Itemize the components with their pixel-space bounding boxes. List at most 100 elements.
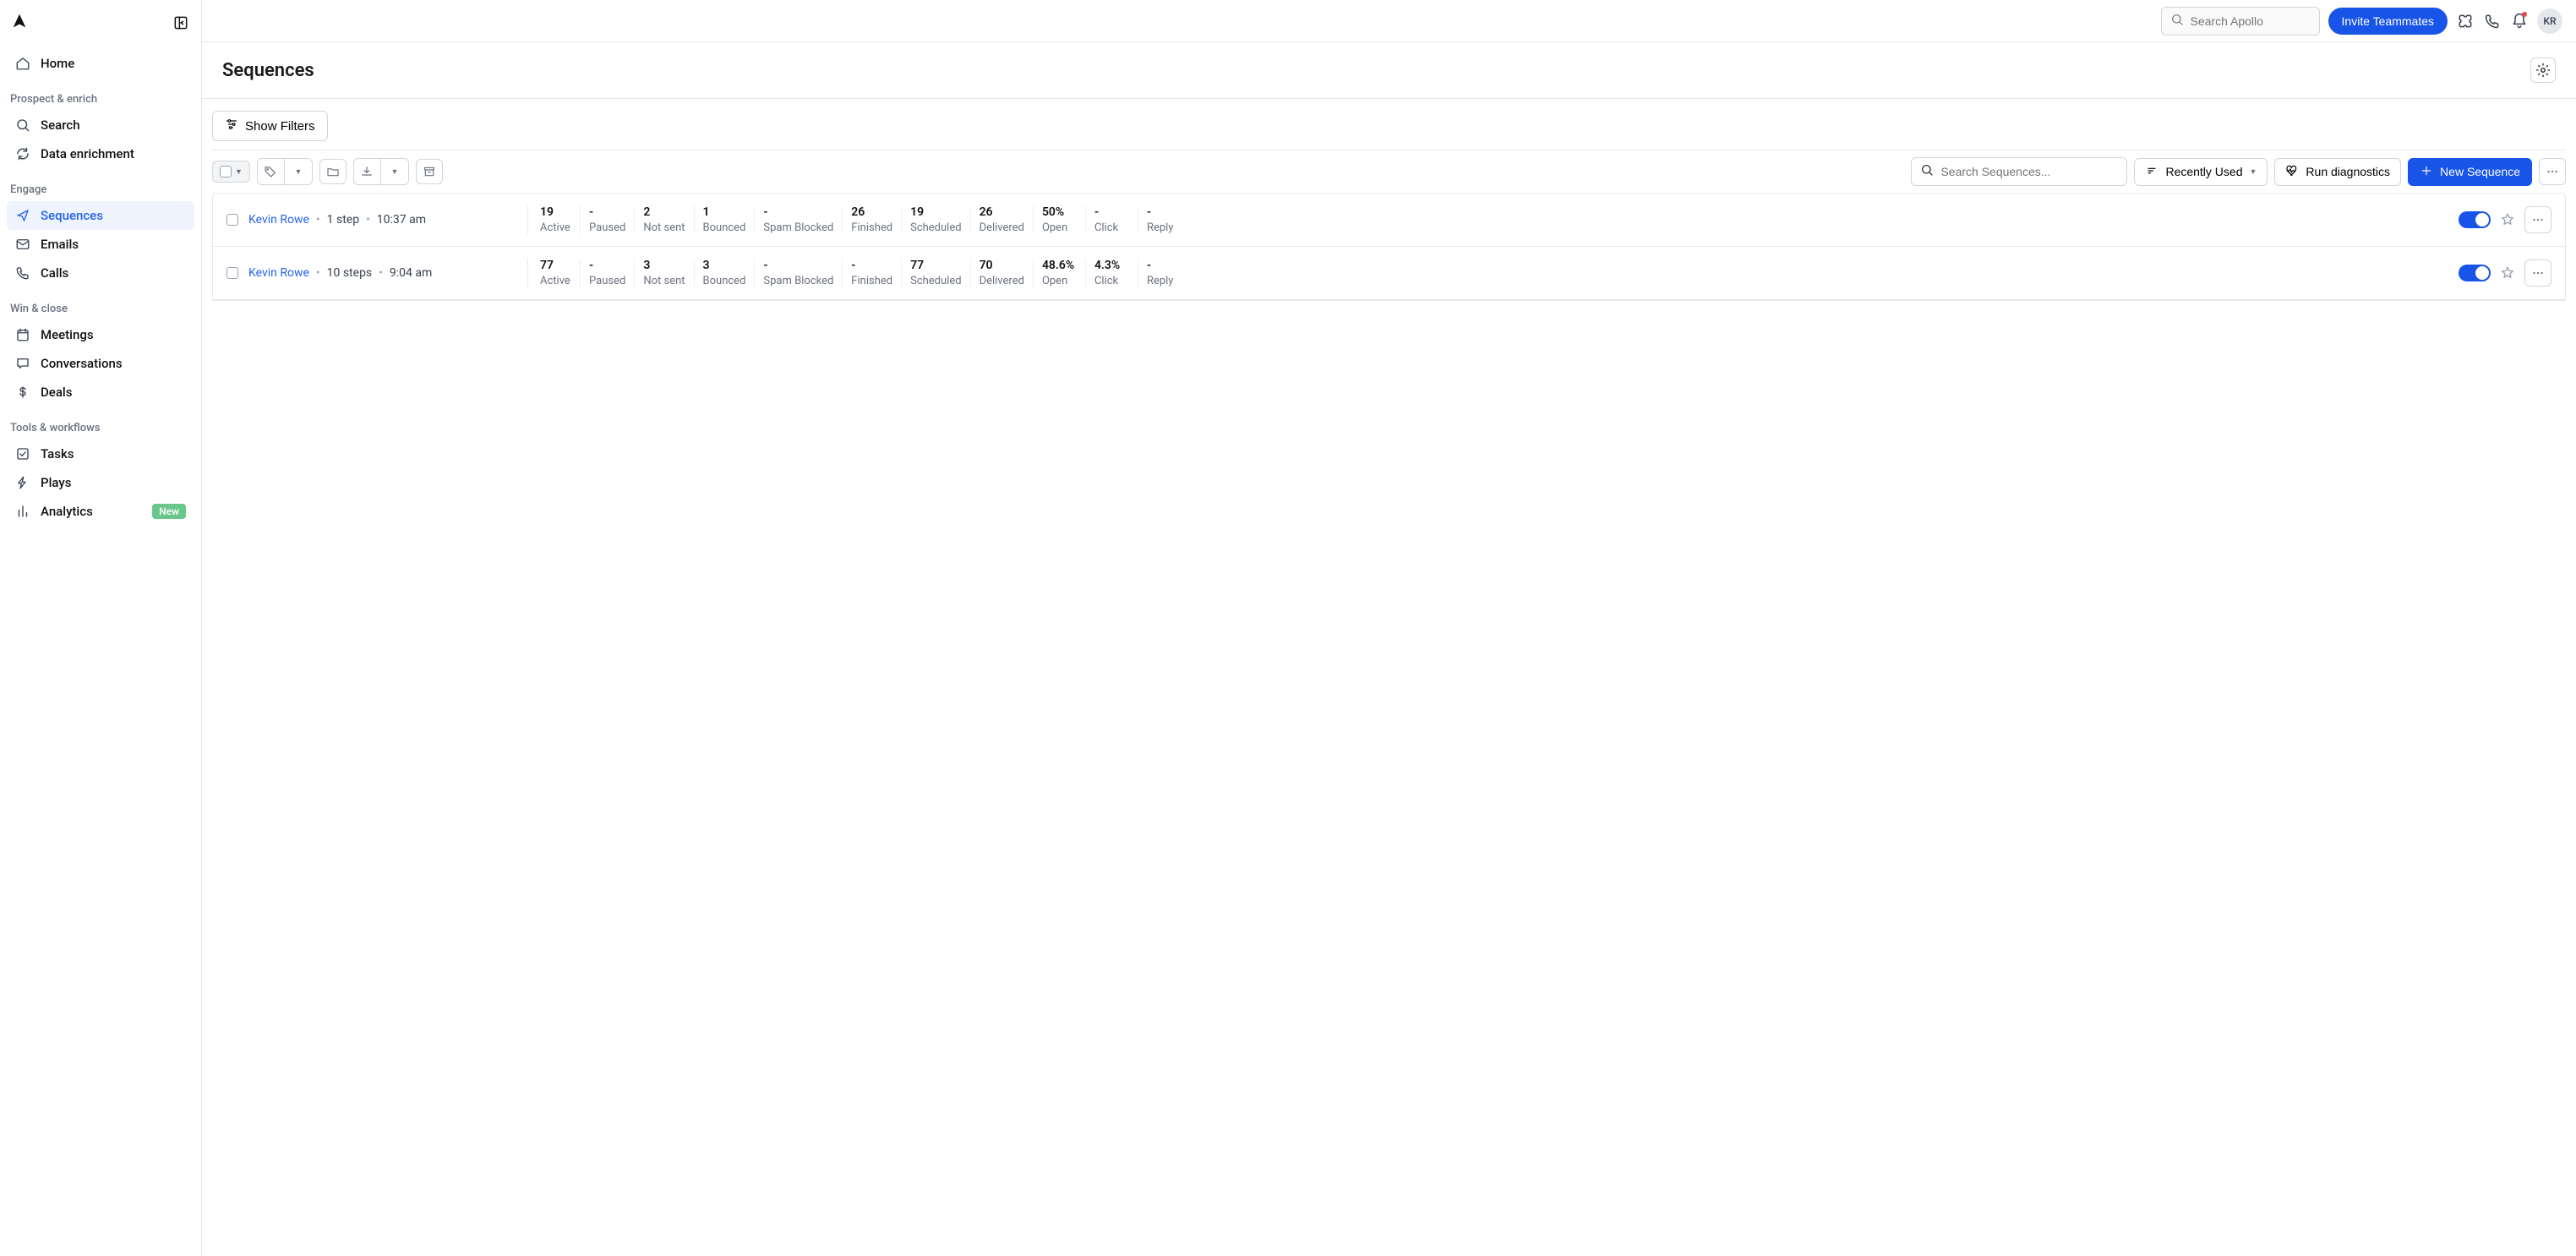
stat-reply: -Reply [1138, 205, 1190, 234]
stat-value: - [763, 259, 833, 272]
stat-value: - [763, 205, 833, 219]
sidebar-item-plays[interactable]: Plays [7, 468, 194, 497]
select-all-dropdown[interactable]: ▼ [212, 161, 250, 183]
stat-value: - [589, 205, 625, 219]
phone-icon[interactable] [2483, 12, 2502, 30]
row-time: 9:04 am [390, 266, 432, 280]
bell-icon[interactable] [2510, 12, 2529, 30]
page-header: Sequences [202, 42, 2576, 99]
stat-value: 70 [980, 259, 1024, 272]
stat-label: Active [540, 221, 571, 234]
sequence-row[interactable]: Kevin Rowe•1 step•10:37 am19Active-Pause… [213, 194, 2565, 247]
new-badge: New [152, 504, 186, 519]
star-button[interactable] [2499, 265, 2516, 281]
new-sequence-button[interactable]: New Sequence [2408, 158, 2532, 186]
invite-teammates-button[interactable]: Invite Teammates [2328, 8, 2448, 35]
row-info: Kevin Rowe•10 steps•9:04 am [248, 266, 527, 280]
sidebar-item-emails[interactable]: Emails [7, 230, 194, 259]
stat-open: 48.6%Open [1033, 259, 1085, 287]
page-title: Sequences [222, 60, 314, 81]
owner-link[interactable]: Kevin Rowe [248, 266, 309, 280]
show-filters-label: Show Filters [245, 119, 315, 134]
stat-value: 26 [980, 205, 1024, 219]
stat-label: Paused [589, 275, 625, 287]
settings-button[interactable] [2530, 57, 2556, 83]
stat-paused: -Paused [580, 259, 634, 287]
sidebar-heading: Prospect & enrich [7, 85, 194, 111]
sidebar-item-label: Meetings [41, 327, 94, 342]
global-search-input[interactable] [2191, 14, 2311, 28]
refresh-icon [15, 146, 30, 161]
sidebar-item-label: Sequences [41, 208, 103, 223]
download-button[interactable] [354, 159, 381, 184]
stat-label: Spam Blocked [763, 275, 833, 287]
puzzle-icon[interactable] [2456, 12, 2475, 30]
stat-value: 19 [540, 205, 571, 219]
sidebar-collapse-button[interactable] [171, 13, 191, 33]
sidebar-item-deals[interactable]: Deals [7, 378, 194, 407]
stat-label: Scheduled [910, 275, 961, 287]
sequence-row[interactable]: Kevin Rowe•10 steps•9:04 am77Active-Paus… [213, 247, 2565, 300]
sidebar-item-sequences[interactable]: Sequences [7, 201, 194, 230]
global-search[interactable] [2161, 7, 2320, 35]
stat-scheduled: 77Scheduled [901, 259, 969, 287]
tag-dropdown-button[interactable]: ▼ [285, 159, 312, 184]
stat-click: 4.3%Click [1085, 259, 1138, 287]
sidebar-item-meetings[interactable]: Meetings [7, 320, 194, 349]
row-toggle[interactable] [2459, 265, 2491, 281]
phone-icon [15, 265, 30, 281]
stat-value: - [1094, 205, 1129, 219]
user-avatar[interactable]: KR [2537, 8, 2562, 34]
mail-icon [15, 237, 30, 252]
dollar-icon [15, 385, 30, 400]
sidebar-item-label: Search [41, 117, 80, 133]
stat-label: Delivered [980, 275, 1024, 287]
sidebar-item-analytics[interactable]: Analytics New [7, 497, 194, 526]
stat-value: 2 [643, 205, 685, 219]
tag-button[interactable] [258, 159, 285, 184]
show-filters-button[interactable]: Show Filters [212, 111, 328, 141]
folder-button[interactable] [319, 159, 347, 184]
stat-not-sent: 2Not sent [634, 205, 693, 234]
stat-spam-blocked: -Spam Blocked [754, 205, 842, 234]
star-button[interactable] [2499, 211, 2516, 228]
sequence-search[interactable] [1911, 157, 2127, 186]
stat-value: 3 [703, 259, 746, 272]
toolbar-more-button[interactable] [2539, 158, 2566, 185]
stat-value: 48.6% [1042, 259, 1077, 272]
row-toggle[interactable] [2459, 211, 2491, 228]
row-checkbox[interactable] [226, 267, 238, 279]
sidebar-item-calls[interactable]: Calls [7, 259, 194, 287]
home-icon [15, 56, 30, 71]
stat-active: 77Active [527, 259, 580, 287]
stat-value: - [851, 259, 892, 272]
stat-label: Click [1094, 275, 1129, 287]
stat-label: Delivered [980, 221, 1024, 234]
sidebar-item-home[interactable]: Home [7, 49, 194, 78]
chevron-down-icon: ▼ [235, 167, 243, 177]
stat-label: Scheduled [910, 221, 961, 234]
sidebar-item-search[interactable]: Search [7, 111, 194, 139]
stat-not-sent: 3Not sent [634, 259, 693, 287]
sidebar-item-tasks[interactable]: Tasks [7, 440, 194, 468]
search-icon [15, 117, 30, 133]
stat-bounced: 1Bounced [694, 205, 755, 234]
sidebar-item-data-enrichment[interactable]: Data enrichment [7, 139, 194, 168]
apollo-logo[interactable] [10, 12, 29, 34]
stat-value: 26 [851, 205, 892, 219]
check-icon [15, 446, 30, 461]
sidebar-item-conversations[interactable]: Conversations [7, 349, 194, 378]
stat-value: 3 [643, 259, 685, 272]
sort-label: Recently Used [2165, 165, 2242, 178]
sequence-search-input[interactable] [1940, 165, 2118, 178]
download-dropdown-button[interactable]: ▼ [381, 159, 408, 184]
sidebar-item-label: Analytics [41, 504, 93, 519]
row-more-button[interactable] [2524, 206, 2551, 233]
run-diagnostics-button[interactable]: Run diagnostics [2274, 158, 2401, 186]
sort-button[interactable]: Recently Used ▼ [2134, 158, 2268, 186]
stat-label: Active [540, 275, 571, 287]
archive-button[interactable] [416, 159, 443, 184]
owner-link[interactable]: Kevin Rowe [248, 213, 309, 227]
row-checkbox[interactable] [226, 214, 238, 226]
row-more-button[interactable] [2524, 259, 2551, 287]
